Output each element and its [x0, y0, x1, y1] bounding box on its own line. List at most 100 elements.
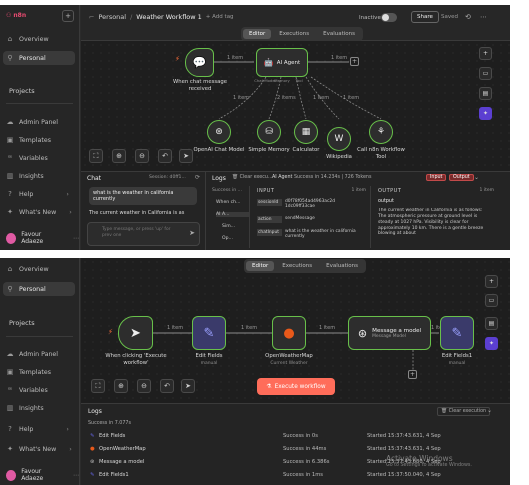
- chat-input-box[interactable]: Type message, or press 'up' for prev one…: [87, 222, 200, 246]
- zoom-in-button[interactable]: ⊕: [114, 379, 128, 393]
- input-toggle-button[interactable]: Input: [426, 174, 447, 181]
- add-node-button[interactable]: +: [479, 47, 492, 60]
- workflow-name[interactable]: Weather Workflow 1: [136, 13, 201, 21]
- sidebar-item-templates[interactable]: ▣ Templates: [6, 136, 51, 144]
- node-calculator[interactable]: ▦: [294, 120, 318, 144]
- tree-item[interactable]: Sim...: [222, 224, 235, 229]
- refresh-session-icon[interactable]: ⟳: [195, 174, 200, 181]
- sidebar-item-insights[interactable]: ▥ Insights: [6, 404, 44, 412]
- user-profile[interactable]: Favour Adaeze ⋯: [6, 468, 79, 482]
- sidebar-item-overview[interactable]: ⌂ Overview: [6, 35, 49, 43]
- n8n-logo: ⚇ n8n: [6, 12, 27, 19]
- tree-status: Success in ...: [212, 188, 242, 193]
- templates-panel-button[interactable]: ▤: [485, 317, 498, 330]
- edge-label: 1 item: [167, 325, 184, 331]
- node-wikipedia[interactable]: W: [327, 127, 351, 151]
- output-toggle-button[interactable]: Output: [449, 174, 474, 181]
- folder-icon: ⌐: [89, 13, 95, 21]
- chat-panel: Chat Session: d0ff1... ⟳ what is the wea…: [81, 171, 206, 250]
- node-openweathermap[interactable]: ●: [272, 316, 306, 350]
- collapse-logs-icon[interactable]: ⌄: [487, 407, 492, 414]
- node-calculator-label: Calculator: [292, 147, 320, 153]
- tree-item[interactable]: Op...: [222, 236, 233, 241]
- sidebar-item-whats-new[interactable]: ✦ What's New ›: [6, 208, 72, 216]
- collapse-logs-icon[interactable]: ⌄: [474, 174, 479, 181]
- undo-button[interactable]: ↶: [158, 149, 172, 163]
- bottom-workflow-canvas[interactable]: Editor Executions Evaluations 1 item 1 i…: [81, 258, 510, 403]
- zoom-in-button[interactable]: ⊕: [112, 149, 126, 163]
- sidebar-item-help[interactable]: ? Help ›: [6, 190, 69, 198]
- collapse-sidebar-button[interactable]: +: [62, 10, 74, 22]
- add-node-plus-icon[interactable]: +: [350, 57, 359, 66]
- chevron-right-icon: ›: [66, 425, 69, 433]
- variables-icon: ꟹ: [7, 386, 13, 394]
- templates-panel-button[interactable]: ▤: [479, 87, 492, 100]
- execute-workflow-button[interactable]: ⚗ Execute workflow: [257, 378, 335, 395]
- node-memory-label: Simple Memory: [248, 147, 290, 153]
- tree-item[interactable]: AI A...: [216, 212, 250, 217]
- tab-evaluations[interactable]: Evaluations: [317, 29, 361, 39]
- share-button[interactable]: Share: [411, 11, 439, 23]
- database-icon: ⛁: [265, 127, 273, 137]
- sidebar-item-admin-panel[interactable]: ☁ Admin Panel: [6, 350, 59, 358]
- sidebar-item-variables[interactable]: ꟹ Variables: [6, 154, 48, 162]
- home-icon: ⌂: [7, 35, 13, 43]
- sticky-note-button[interactable]: ▭: [479, 67, 492, 80]
- fit-view-button[interactable]: ⛶: [89, 149, 103, 163]
- node-chat-trigger[interactable]: 💬: [185, 48, 214, 77]
- node-ai-agent[interactable]: 🤖 AI Agent: [256, 48, 308, 77]
- clear-execution-button[interactable]: 🗑 Clear execu...: [232, 175, 272, 180]
- cursor-tool-button[interactable]: ➤: [181, 379, 195, 393]
- edit-fields-icon: ✎: [90, 433, 95, 439]
- log-row[interactable]: ✎ Edit Fields Success in 0s Started 15:3…: [81, 430, 510, 442]
- tab-editor[interactable]: Editor: [243, 29, 272, 39]
- bell-icon: ✦: [7, 445, 13, 453]
- log-row[interactable]: ✎ Edit Fields1 Success in 1ms Started 15…: [81, 469, 510, 481]
- ai-assistant-button[interactable]: ✦: [485, 337, 498, 350]
- sticky-note-button[interactable]: ▭: [485, 294, 498, 307]
- node-edit-fields1[interactable]: ✎: [440, 316, 474, 350]
- sidebar-item-help[interactable]: ? Help ›: [6, 425, 69, 433]
- add-tag-link[interactable]: + Add tag: [206, 14, 234, 20]
- saved-label: Saved: [441, 14, 458, 20]
- sidebar-item-overview[interactable]: ⌂ Overview: [6, 265, 49, 273]
- node-manual-trigger[interactable]: ➤: [118, 316, 153, 350]
- projects-divider: [6, 336, 73, 337]
- active-toggle[interactable]: [381, 13, 397, 22]
- sidebar-item-admin-panel[interactable]: ☁ Admin Panel: [6, 118, 59, 126]
- sidebar-item-insights[interactable]: ▥ Insights: [6, 172, 44, 180]
- node-edit-fields[interactable]: ✎: [192, 316, 226, 350]
- more-options-icon[interactable]: ⋯: [480, 13, 487, 21]
- add-node-button[interactable]: +: [485, 275, 498, 288]
- top-workflow-canvas[interactable]: 1 item 1 item 1 item 2 items 1 item 1 it…: [81, 41, 510, 171]
- top-sidebar: ⚇ n8n + ⌂ Overview ⚲ Personal Projects ☁ Adm…: [0, 5, 80, 250]
- node-call-workflow-tool[interactable]: ⚘: [369, 120, 393, 144]
- zoom-out-button[interactable]: ⊖: [137, 379, 151, 393]
- breadcrumb-personal[interactable]: Personal: [98, 13, 126, 21]
- add-node-plus-icon[interactable]: +: [408, 370, 417, 379]
- tree-item[interactable]: When ch...: [216, 200, 240, 205]
- sidebar-item-personal[interactable]: ⚲ Personal: [3, 51, 75, 65]
- tab-executions[interactable]: Executions: [273, 29, 315, 39]
- openai-icon: ⊛: [90, 459, 95, 465]
- clear-execution-button[interactable]: 🗑 Clear execution: [437, 407, 491, 416]
- sidebar-item-templates[interactable]: ▣ Templates: [6, 368, 51, 376]
- input-pane-title: INPUT: [257, 188, 275, 194]
- user-profile[interactable]: Favour Adaeze ⋯: [6, 231, 79, 245]
- fit-view-button[interactable]: ⛶: [91, 379, 105, 393]
- history-icon[interactable]: ⟲: [465, 13, 471, 21]
- cursor-tool-button[interactable]: ➤: [179, 149, 193, 163]
- node-message-model[interactable]: ⊛ Message a model Message Model: [348, 316, 431, 350]
- node-openai-chat-model[interactable]: ⊛: [207, 120, 231, 144]
- edge-label: 1 item: [343, 95, 360, 101]
- send-icon[interactable]: ➤: [189, 229, 195, 237]
- node-simple-memory[interactable]: ⛁: [257, 120, 281, 144]
- sidebar-item-whats-new[interactable]: ✦ What's New ›: [6, 445, 72, 453]
- sidebar-item-personal[interactable]: ⚲ Personal: [3, 282, 75, 296]
- input-item-count: 1 item: [351, 188, 366, 193]
- undo-button[interactable]: ↶: [160, 379, 174, 393]
- ai-assistant-button[interactable]: ✦: [479, 107, 492, 120]
- zoom-out-button[interactable]: ⊖: [135, 149, 149, 163]
- sidebar-item-variables[interactable]: ꟹ Variables: [6, 386, 48, 394]
- chat-panel-title: Chat: [87, 175, 102, 182]
